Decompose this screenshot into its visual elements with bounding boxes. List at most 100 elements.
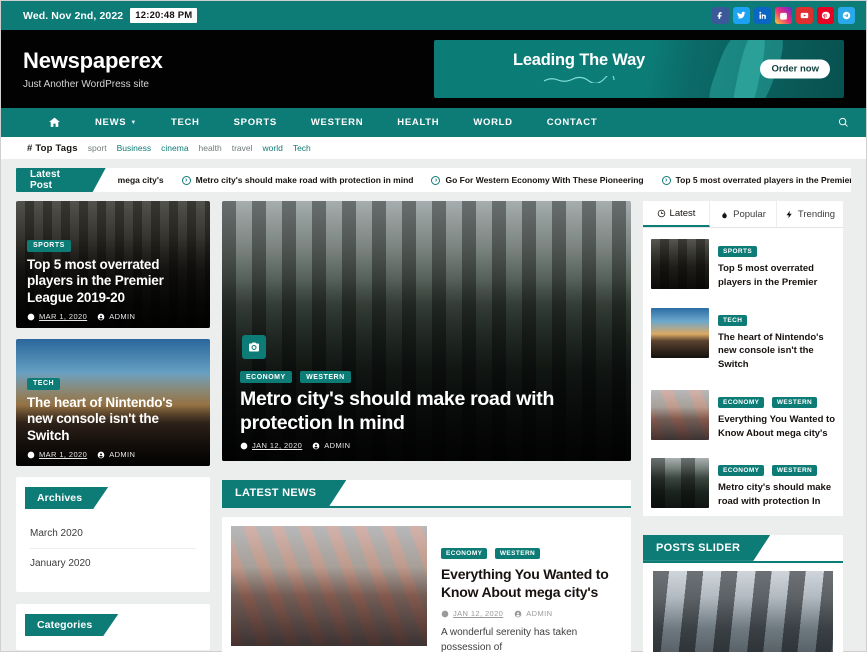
youtube-icon[interactable]: [796, 7, 813, 24]
hero-article[interactable]: ECONOMY WESTERN Metro city's should make…: [222, 201, 631, 461]
list-item-badge[interactable]: WESTERN: [772, 465, 817, 476]
hero-camera-badge[interactable]: [242, 335, 266, 359]
ad-order-button[interactable]: Order now: [760, 60, 830, 79]
news-excerpt: A wonderful serenity has taken possessio…: [441, 626, 622, 652]
list-item-badge[interactable]: WESTERN: [772, 397, 817, 408]
linkedin-icon[interactable]: [754, 7, 771, 24]
tab-latest-label: Latest: [670, 208, 696, 219]
news-thumbnail[interactable]: [231, 526, 427, 646]
tab-trending[interactable]: Trending: [777, 201, 843, 227]
hero-badge-economy[interactable]: ECONOMY: [240, 371, 292, 383]
nav-sports[interactable]: SPORTS: [217, 108, 294, 137]
card-date: MAR 1, 2020: [27, 312, 87, 321]
card-content: TECH The heart of Nintendo's new console…: [16, 372, 210, 459]
tag-business[interactable]: Business: [117, 143, 152, 153]
list-item-title[interactable]: Metro city's should make road with prote…: [718, 481, 835, 509]
ticker-item-2[interactable]: › Go For Western Economy With These Pion…: [431, 175, 643, 185]
feature-card-sports[interactable]: SPORTS Top 5 most overrated players in t…: [16, 201, 210, 328]
sidebar-tabs-widget: Latest Popular Trending: [643, 201, 843, 516]
nav-sports-label: SPORTS: [234, 117, 277, 128]
category-badge[interactable]: TECH: [27, 378, 60, 390]
tag-travel[interactable]: travel: [232, 143, 253, 153]
nav-news[interactable]: NEWS ▼: [78, 108, 154, 137]
archives-title: Archives: [25, 487, 108, 509]
telegram-icon[interactable]: [838, 7, 855, 24]
instagram-icon[interactable]: [775, 7, 792, 24]
list-item-badge[interactable]: TECH: [718, 315, 747, 326]
news-badge-western[interactable]: WESTERN: [495, 548, 540, 559]
tab-trending-label: Trending: [798, 209, 835, 220]
list-item-title[interactable]: Top 5 most overrated players in the Prem…: [718, 262, 835, 290]
middle-column: ECONOMY WESTERN Metro city's should make…: [222, 201, 631, 652]
nav-news-label: NEWS: [95, 117, 126, 128]
search-button[interactable]: [820, 108, 866, 137]
archive-item[interactable]: March 2020: [30, 519, 196, 549]
latest-news-article[interactable]: ECONOMY WESTERN Everything You Wanted to…: [222, 517, 631, 652]
ad-headline: Leading The Way: [434, 51, 724, 70]
chevron-right-icon: ›: [431, 176, 440, 185]
user-icon: [514, 610, 522, 618]
user-icon: [97, 313, 105, 321]
card-title[interactable]: The heart of Nintendo's new console isn'…: [27, 395, 199, 444]
list-item-title[interactable]: Everything You Wanted to Know About mega…: [718, 413, 835, 441]
nav-world[interactable]: WORLD: [456, 108, 529, 137]
top-tags-label: # Top Tags: [27, 143, 78, 154]
ticker-item-3[interactable]: › Top 5 most overrated players in the Pr…: [662, 175, 851, 185]
tab-popular-label: Popular: [733, 209, 766, 220]
nav-contact[interactable]: CONTACT: [530, 108, 615, 137]
list-item-title[interactable]: The heart of Nintendo's new console isn'…: [718, 331, 835, 372]
archive-item[interactable]: January 2020: [30, 549, 196, 578]
list-item-text: SPORTS Top 5 most overrated players in t…: [718, 239, 835, 290]
header-ad-banner[interactable]: Leading The Way Order now: [434, 40, 844, 98]
list-item-badge[interactable]: SPORTS: [718, 246, 757, 257]
main-navigation: NEWS ▼ TECH SPORTS WESTERN HEALTH WORLD …: [1, 108, 866, 137]
list-item-badge[interactable]: ECONOMY: [718, 465, 764, 476]
home-icon: [48, 116, 61, 129]
feature-card-tech[interactable]: TECH The heart of Nintendo's new console…: [16, 339, 210, 466]
hero-badge-western[interactable]: WESTERN: [300, 371, 351, 383]
tag-tech[interactable]: Tech: [293, 143, 311, 153]
clock-icon: [441, 610, 449, 618]
list-item-badges: TECH: [718, 309, 835, 327]
card-author-label: ADMIN: [109, 450, 135, 459]
pinterest-icon[interactable]: [817, 7, 834, 24]
hero-author: ADMIN: [312, 441, 350, 450]
nav-contact-label: CONTACT: [547, 117, 598, 128]
ticker-item-1[interactable]: › Metro city's should make road with pro…: [182, 175, 414, 185]
list-item[interactable]: ECONOMY WESTERN Metro city's should make…: [643, 451, 843, 516]
posts-slider-image[interactable]: [653, 571, 833, 652]
tag-world[interactable]: world: [263, 143, 283, 153]
sidebar-tab-list: SPORTS Top 5 most overrated players in t…: [643, 228, 843, 516]
list-item[interactable]: SPORTS Top 5 most overrated players in t…: [643, 232, 843, 297]
nav-western[interactable]: WESTERN: [294, 108, 380, 137]
news-title[interactable]: Everything You Wanted to Know About mega…: [441, 565, 622, 601]
tag-sport[interactable]: sport: [88, 143, 107, 153]
main-content: SPORTS Top 5 most overrated players in t…: [1, 192, 866, 652]
tag-health[interactable]: health: [199, 143, 222, 153]
list-item-thumb: [651, 390, 709, 440]
branding[interactable]: Newspaperex Just Another WordPress site: [23, 48, 163, 90]
list-item-badge[interactable]: ECONOMY: [718, 397, 764, 408]
card-author: ADMIN: [97, 450, 135, 459]
nav-home[interactable]: [31, 108, 78, 137]
card-title[interactable]: Top 5 most overrated players in the Prem…: [27, 257, 199, 306]
list-item[interactable]: ECONOMY WESTERN Everything You Wanted to…: [643, 383, 843, 448]
news-badge-economy[interactable]: ECONOMY: [441, 548, 487, 559]
tag-cinema[interactable]: cinema: [161, 143, 188, 153]
list-item-badges: ECONOMY WESTERN: [718, 459, 835, 477]
ticker-item-1-label: Metro city's should make road with prote…: [196, 175, 414, 185]
nav-tech[interactable]: TECH: [154, 108, 217, 137]
facebook-icon[interactable]: [712, 7, 729, 24]
nav-health[interactable]: HEALTH: [380, 108, 456, 137]
hero-meta: JAN 12, 2020 ADMIN: [240, 441, 613, 450]
list-item[interactable]: TECH The heart of Nintendo's new console…: [643, 301, 843, 379]
tab-popular[interactable]: Popular: [710, 201, 777, 227]
twitter-icon[interactable]: [733, 7, 750, 24]
sidebar-tabs: Latest Popular Trending: [643, 201, 843, 228]
category-badge[interactable]: SPORTS: [27, 240, 71, 252]
news-badges: ECONOMY WESTERN: [441, 542, 622, 560]
chevron-down-icon: ▼: [130, 120, 137, 126]
ticker-item-0[interactable]: mega city's: [118, 175, 164, 185]
tab-latest[interactable]: Latest: [643, 201, 710, 227]
hero-title[interactable]: Metro city's should make road with prote…: [240, 388, 613, 435]
